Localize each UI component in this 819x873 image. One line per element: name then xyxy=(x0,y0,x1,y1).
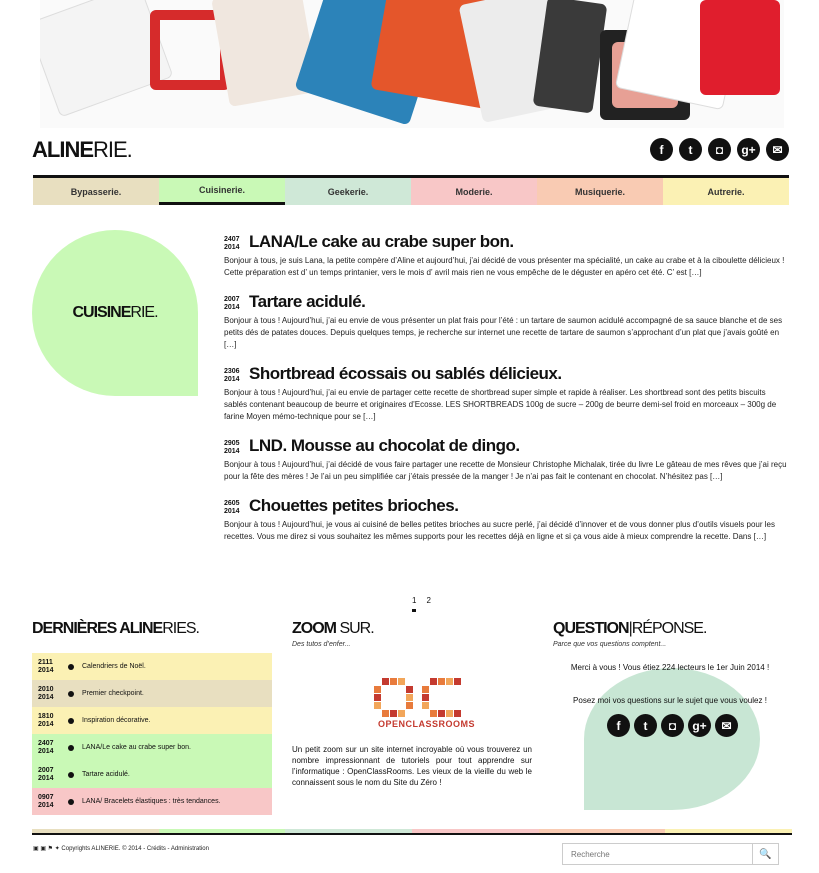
google-plus-icon[interactable]: g+ xyxy=(737,138,760,161)
bullet-icon xyxy=(68,744,74,751)
reader-count-text: Merci à vous ! Vous étiez 224 lecteurs l… xyxy=(570,663,770,672)
bullet-icon xyxy=(68,771,74,778)
latest-title: DERNIÈRES ALINERIES. xyxy=(32,620,200,637)
search-form: 🔍 xyxy=(562,843,779,865)
logo-bold: ALINE xyxy=(32,137,94,162)
latest-item[interactable]: 1810 2014 Inspiration décorative. xyxy=(32,707,272,734)
post-title[interactable]: LANA/Le cake au crabe super bon. xyxy=(249,232,514,252)
main-nav: Bypasserie. Cuisinerie. Geekerie. Moderi… xyxy=(33,175,789,205)
twitter-icon[interactable]: t xyxy=(679,138,702,161)
latest-item[interactable]: 2111 2014 Calendriers de Noël. xyxy=(32,653,272,680)
latest-date: 2007 2014 xyxy=(38,766,54,782)
bullet-icon xyxy=(68,717,74,724)
nav-item-musiquerie[interactable]: Musiquerie. xyxy=(537,178,663,205)
bullet-icon xyxy=(68,690,74,697)
latest-date: 2010 2014 xyxy=(38,685,54,701)
instagram-icon[interactable]: ◘ xyxy=(708,138,731,161)
logo-light: RIE. xyxy=(93,137,133,162)
nav-item-cuisinerie[interactable]: Cuisinerie. xyxy=(159,178,285,205)
qa-subtitle: Parce que vos questions comptent... xyxy=(553,641,667,648)
category-bold: CUISINE xyxy=(72,304,131,321)
post-excerpt: Bonjour à tous, je suis Lana, la petite … xyxy=(224,256,785,277)
social-links-footer: f t ◘ g+ ✉ xyxy=(607,714,738,737)
latest-label: Premier checkpoint. xyxy=(82,690,144,697)
nav-item-geekerie[interactable]: Geekerie. xyxy=(285,178,411,205)
latest-date: 0907 2014 xyxy=(38,793,54,809)
latest-label: Inspiration décorative. xyxy=(82,717,151,724)
cc-icon: ▣ ▣ ⚑ ✦ xyxy=(33,846,60,852)
post-date: 2306 2014 xyxy=(224,368,240,383)
ask-question-text: Posez moi vos questions sur le sujet que… xyxy=(573,696,767,705)
nav-item-autrerie[interactable]: Autrerie. xyxy=(663,178,789,205)
post-excerpt: Bonjour à tous ! Aujourd’hui, j’ai eu en… xyxy=(224,316,783,349)
speech-bubble xyxy=(584,668,760,810)
latest-label: LANA/Le cake au crabe super bon. xyxy=(82,744,191,751)
qa-title: QUESTION|RÉPONSE. xyxy=(553,620,707,637)
latest-date: 1810 2014 xyxy=(38,712,54,728)
social-links: f t ◘ g+ ✉ xyxy=(650,138,789,161)
post-item: 2905 2014 LND. Mousse au chocolat de ding… xyxy=(224,436,790,483)
perfume-image xyxy=(700,0,780,95)
latest-label: Tartare acidulé. xyxy=(82,771,130,778)
zoom-subtitle: Des tutos d’enfer... xyxy=(292,641,351,648)
post-title[interactable]: Tartare acidulé. xyxy=(249,292,366,312)
nav-item-bypasserie[interactable]: Bypasserie. xyxy=(33,178,159,205)
post-item: 2306 2014 Shortbread écossais ou sablés d… xyxy=(224,364,790,423)
openclassrooms-brand[interactable]: OPENCLASSROOMS xyxy=(378,719,475,729)
latest-label: Calendriers de Noël. xyxy=(82,663,146,670)
post-item: 2605 2014 Chouettes petites brioches. Bon… xyxy=(224,496,790,543)
search-button[interactable]: 🔍 xyxy=(753,843,779,865)
facebook-icon[interactable]: f xyxy=(607,714,630,737)
mail-icon[interactable]: ✉ xyxy=(766,138,789,161)
post-title[interactable]: LND. Mousse au chocolat de dingo. xyxy=(249,436,520,456)
instagram-icon[interactable]: ◘ xyxy=(661,714,684,737)
post-date: 2905 2014 xyxy=(224,440,240,455)
latest-item[interactable]: 2010 2014 Premier checkpoint. xyxy=(32,680,272,707)
pagination: 1 2 xyxy=(412,596,431,612)
category-light: RIE. xyxy=(130,304,158,321)
post-excerpt: Bonjour à tous ! Aujourd’hui, je vous ai… xyxy=(224,520,775,541)
post-list: 2407 2014 LANA/Le cake au crabe super bon… xyxy=(224,232,790,556)
page-2-link[interactable]: 2 xyxy=(426,596,430,612)
post-title[interactable]: Chouettes petites brioches. xyxy=(249,496,459,516)
site-logo[interactable]: ALINERIE. xyxy=(32,137,133,163)
latest-item[interactable]: 0907 2014 LANA/ Bracelets élastiques : tr… xyxy=(32,788,272,815)
search-input[interactable] xyxy=(562,843,753,865)
post-date: 2007 2014 xyxy=(224,296,240,311)
post-item: 2007 2014 Tartare acidulé. Bonjour à tous… xyxy=(224,292,790,351)
bullet-icon xyxy=(68,798,74,805)
latest-date: 2111 2014 xyxy=(38,658,54,674)
facebook-icon[interactable]: f xyxy=(650,138,673,161)
twitter-icon[interactable]: t xyxy=(634,714,657,737)
post-excerpt: Bonjour à tous ! Aujourd’hui, j’ai eu en… xyxy=(224,388,777,421)
post-item: 2407 2014 LANA/Le cake au crabe super bon… xyxy=(224,232,790,279)
post-date: 2407 2014 xyxy=(224,236,240,251)
post-title[interactable]: Shortbread écossais ou sablés délicieux. xyxy=(249,364,562,384)
mail-icon[interactable]: ✉ xyxy=(715,714,738,737)
copyright-text: ▣ ▣ ⚑ ✦ Copyrights ALINERIE. © 2014 - Cr… xyxy=(33,846,209,852)
category-bubble: CUISINE RIE. xyxy=(32,230,198,396)
search-icon: 🔍 xyxy=(759,848,772,860)
latest-label: LANA/ Bracelets élastiques : très tendan… xyxy=(82,798,221,805)
latest-item[interactable]: 2407 2014 LANA/Le cake au crabe super bon… xyxy=(32,734,272,761)
nav-item-moderie[interactable]: Moderie. xyxy=(411,178,537,205)
zoom-title: ZOOM SUR. xyxy=(292,620,375,637)
latest-item[interactable]: 2007 2014 Tartare acidulé. xyxy=(32,761,272,788)
post-excerpt: Bonjour à tous ! Aujourd’hui, j’ai décid… xyxy=(224,460,787,481)
header-banner xyxy=(40,0,784,128)
footer-divider xyxy=(32,833,792,835)
bullet-icon xyxy=(68,663,74,670)
latest-list: 2111 2014 Calendriers de Noël. 2010 2014 P… xyxy=(32,653,272,815)
post-date: 2605 2014 xyxy=(224,500,240,515)
page-1-link[interactable]: 1 xyxy=(412,596,417,612)
zoom-text: Un petit zoom sur un site internet incro… xyxy=(292,745,532,787)
google-plus-icon[interactable]: g+ xyxy=(688,714,711,737)
latest-date: 2407 2014 xyxy=(38,739,54,755)
